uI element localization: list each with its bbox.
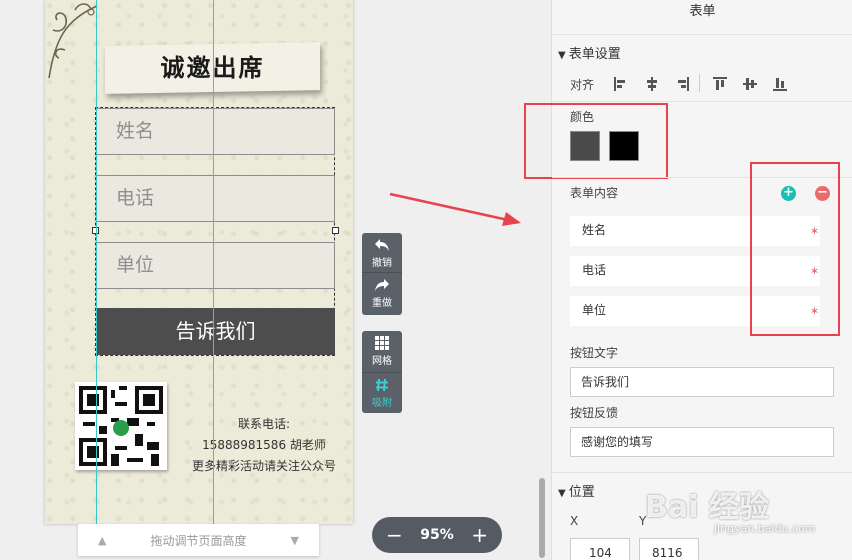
page-height-adjuster[interactable]: ▲ 拖动调节页面高度 ▼ [78, 524, 319, 556]
align-label: 对齐 [570, 78, 595, 92]
redo-icon [375, 279, 389, 291]
zoom-level: 95% [420, 527, 454, 543]
contact-label: 联系电话: [237, 417, 291, 431]
alignment-guide-center [213, 0, 214, 524]
vertical-scrollbar[interactable] [539, 478, 545, 558]
undo-icon [375, 239, 389, 251]
redo-button[interactable]: 重做 [362, 273, 402, 315]
redo-label: 重做 [372, 298, 392, 309]
contact-note: 更多精彩活动请关注公众号 [191, 459, 336, 473]
align-divider [699, 74, 700, 92]
form-item-label: 姓名 [582, 223, 607, 237]
watermark-logo: Bai 经验 [645, 490, 769, 525]
alignment-guide-left [96, 0, 97, 524]
position-header[interactable]: ▼ 位置 [558, 481, 595, 500]
contact-info[interactable]: 联系电话: 15888981586 胡老师 更多精彩活动请关注公众号 [179, 414, 349, 477]
button-text-label: 按钮文字 [570, 346, 619, 360]
qr-code-icon [79, 386, 163, 466]
form-item-label: 电话 [582, 263, 607, 277]
position-title: 位置 [568, 485, 595, 500]
contact-phone: 15888981586 胡老师 [202, 438, 326, 452]
form-field-phone[interactable]: 电话 [96, 175, 335, 222]
resize-handle-right[interactable] [332, 227, 339, 234]
zoom-control[interactable]: − 95% + [372, 517, 502, 553]
arrow-up-icon[interactable]: ▲ [98, 534, 106, 547]
form-field-unit[interactable]: 单位 [96, 242, 335, 289]
snap-label: 吸附 [372, 398, 392, 409]
form-settings-header[interactable]: ▼ 表单设置 [558, 43, 621, 62]
divider [552, 101, 852, 102]
align-bottom-icon[interactable] [772, 76, 788, 92]
zoom-in-button[interactable]: + [471, 525, 488, 545]
divider [552, 34, 852, 35]
align-center-horizontal-icon[interactable] [644, 76, 660, 92]
align-top-icon[interactable] [712, 76, 728, 92]
collapse-triangle-icon: ▼ [558, 50, 566, 61]
divider [552, 472, 852, 473]
form-item-label: 单位 [582, 303, 607, 317]
grid-icon [375, 336, 389, 350]
form-content-label: 表单内容 [570, 186, 619, 200]
hash-snap-icon [376, 378, 388, 392]
form-settings-title: 表单设置 [568, 47, 621, 62]
align-right-icon[interactable] [674, 76, 690, 92]
grid-label: 网格 [372, 356, 392, 367]
y-position-input[interactable]: 8116 [639, 538, 699, 560]
undo-label: 撤销 [372, 258, 392, 269]
x-label: X [570, 514, 579, 528]
field-placeholder: 电话 [116, 187, 155, 209]
qr-code [75, 382, 167, 470]
highlight-box-required [750, 162, 840, 336]
annotation-arrow-icon [389, 192, 521, 226]
button-text-input[interactable]: 告诉我们 [570, 367, 834, 397]
properties-panel: 表单 ▼ 表单设置 对齐 颜色 表单内容 + − 姓名 * 电话 * 单位 * 按… [524, 0, 852, 560]
snap-button[interactable]: 吸附 [362, 373, 402, 413]
form-field-name[interactable]: 姓名 [96, 108, 335, 155]
x-position-input[interactable]: 104 [570, 538, 630, 560]
field-placeholder: 姓名 [116, 120, 155, 142]
align-left-icon[interactable] [613, 76, 629, 92]
grid-button[interactable]: 网格 [362, 331, 402, 373]
undo-button[interactable]: 撤销 [362, 233, 402, 273]
arrow-down-icon[interactable]: ▼ [291, 534, 299, 547]
phone-canvas[interactable]: 诚邀出席 姓名 电话 单位 告诉我们 联系电话: 15888981586 胡老师… [45, 0, 353, 524]
page-height-label: 拖动调节页面高度 [150, 533, 247, 548]
field-placeholder: 单位 [116, 254, 155, 276]
collapse-triangle-icon: ▼ [558, 488, 566, 499]
panel-title: 表单 [689, 4, 716, 19]
button-feedback-label: 按钮反馈 [570, 406, 619, 420]
highlight-box-color [524, 103, 668, 179]
watermark-url: jingyan.baidu.com [714, 522, 816, 535]
zoom-out-button[interactable]: − [386, 525, 403, 545]
align-middle-icon[interactable] [742, 76, 758, 92]
button-feedback-input[interactable]: 感谢您的填写 [570, 427, 834, 457]
form-submit-button[interactable]: 告诉我们 [96, 308, 335, 355]
